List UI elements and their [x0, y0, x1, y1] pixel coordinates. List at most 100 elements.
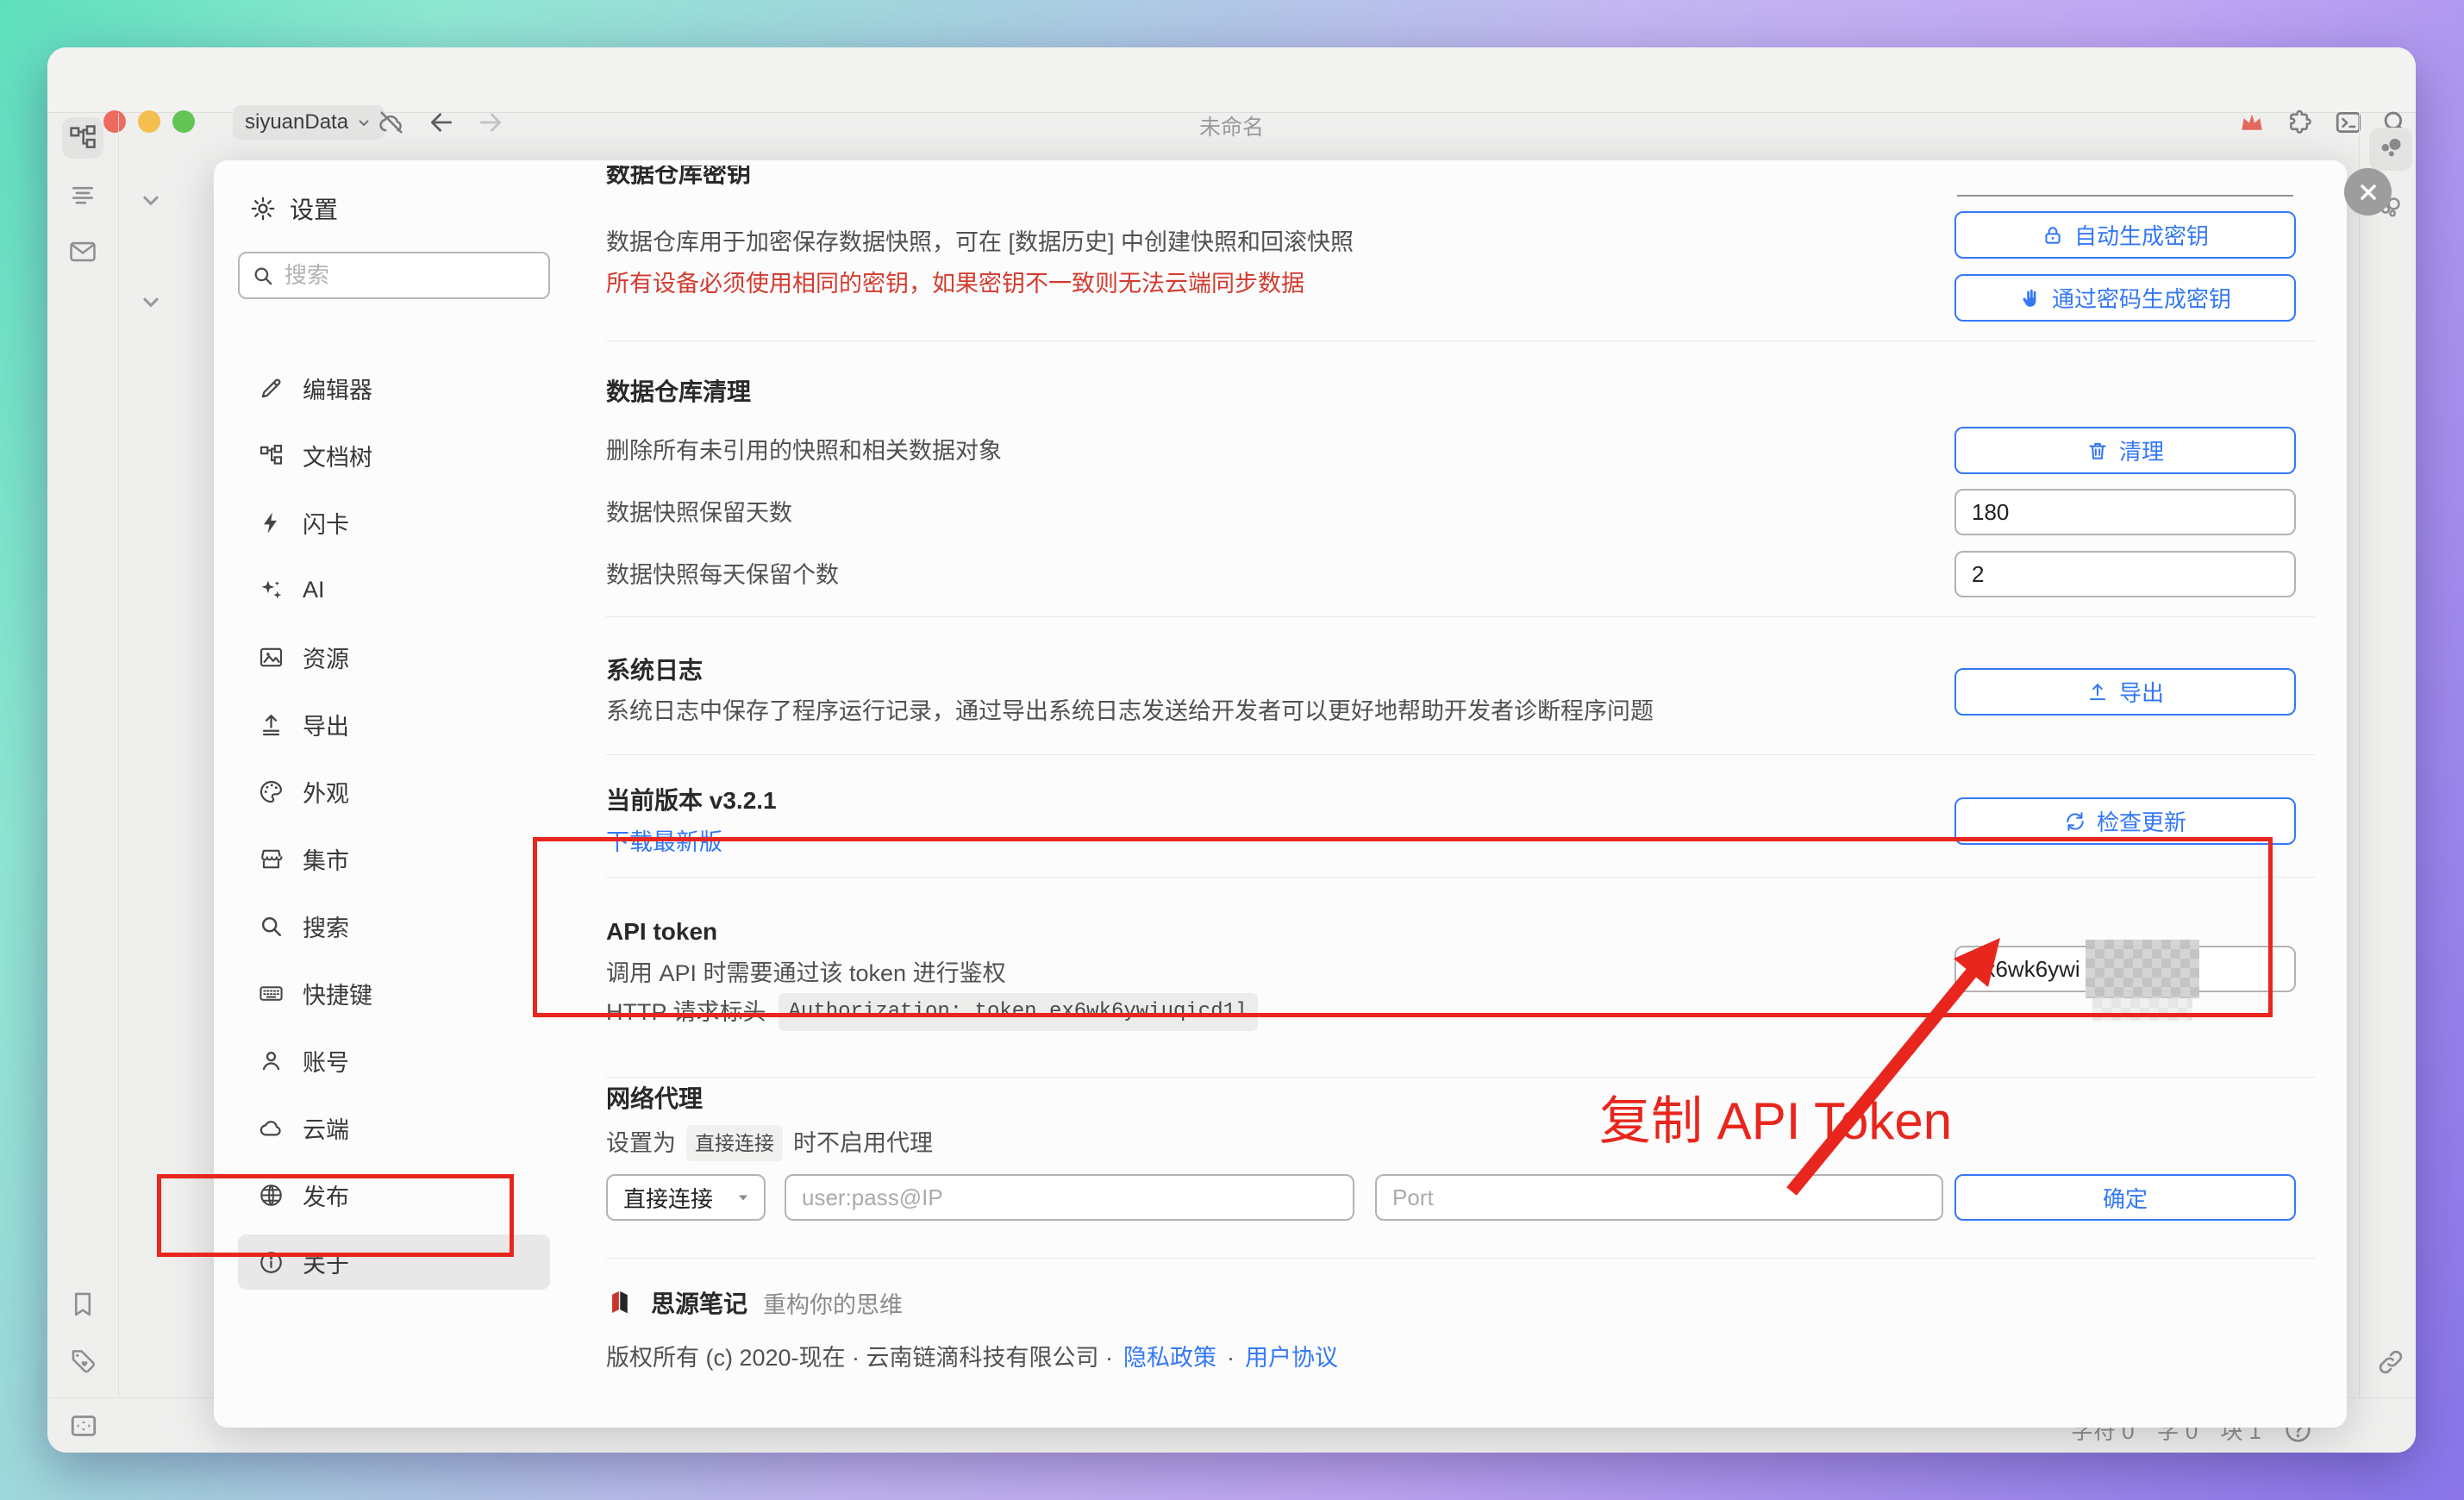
password-generate-key-button[interactable]: 通过密码生成密钥 [1954, 274, 2296, 322]
sidebar-item-keymap[interactable]: 快捷键 [238, 966, 550, 1021]
tag-icon[interactable] [68, 1347, 97, 1376]
lock-icon [2042, 224, 2064, 247]
sidebar-item-export[interactable]: 导出 [238, 697, 550, 752]
auto-generate-key-button[interactable]: 自动生成密钥 [1954, 211, 2296, 259]
eula-link[interactable]: 用户协议 [1245, 1343, 1338, 1372]
sidebar-item-label: 账号 [303, 1044, 349, 1078]
retention-days-label: 数据快照保留天数 [606, 498, 792, 528]
sidebar-item-doc-tree[interactable]: 文档树 [238, 428, 550, 483]
button-label: 确定 [2103, 1182, 2148, 1214]
sidebar-item-label: 快捷键 [303, 977, 372, 1010]
sidebar-item-account[interactable]: 账号 [238, 1033, 550, 1088]
settings-title: 设置 [290, 191, 338, 226]
outline-icon[interactable] [68, 180, 97, 209]
settings-header: 设置 [250, 191, 338, 226]
tree-collapse-chevron-icon[interactable] [136, 185, 166, 215]
upload-icon [2086, 681, 2109, 703]
retention-days-input[interactable] [1954, 489, 2296, 535]
palette-icon [259, 779, 284, 804]
hand-icon [2019, 287, 2042, 309]
sidebar-item-cloud[interactable]: 云端 [238, 1100, 550, 1155]
clipped-key-input[interactable] [1957, 190, 2293, 197]
close-icon [2356, 180, 2380, 204]
copy-api-token-annotation: 复制 API Token [1599, 1079, 1952, 1154]
graph-icon[interactable] [2376, 134, 2405, 164]
search-icon [259, 914, 284, 939]
search-icon [252, 265, 274, 287]
workspace-expand-icon[interactable] [66, 1410, 101, 1441]
caret-down-icon [735, 1189, 752, 1206]
document-title: 未命名 [47, 110, 2416, 141]
settings-search-input[interactable] [283, 261, 536, 290]
proxy-desc-suffix: 时不启用代理 [793, 1128, 933, 1158]
sidebar-item-label: 文档树 [303, 439, 372, 472]
left-dock-divider [118, 113, 119, 1397]
person-icon [259, 1048, 284, 1073]
sidebar-item-appearance[interactable]: 外观 [238, 764, 550, 819]
sidebar-item-search[interactable]: 搜索 [238, 898, 550, 953]
cloud-icon [259, 1116, 284, 1141]
inbox-mail-icon[interactable] [68, 237, 97, 266]
export-log-button[interactable]: 导出 [1954, 668, 2296, 716]
repo-purge-desc: 删除所有未引用的快照和相关数据对象 [606, 436, 1002, 466]
network-proxy-desc: 设置为 直接连接 时不启用代理 [606, 1125, 933, 1161]
right-dock-divider [2359, 113, 2360, 1397]
sidebar-item-label: 搜索 [303, 909, 349, 943]
divider [606, 754, 2315, 755]
network-proxy-heading: 网络代理 [606, 1084, 703, 1114]
daily-keep-input[interactable] [1954, 551, 2296, 597]
proxy-address-input[interactable] [785, 1174, 1354, 1221]
titlebar: siyuanData 未命名 [47, 47, 2416, 113]
desktop-background: siyuanData 未命名 [0, 0, 2464, 1500]
keyboard-icon [259, 981, 284, 1006]
button-label: 通过密码生成密钥 [2052, 282, 2231, 314]
divider [606, 1258, 2315, 1259]
store-icon [259, 847, 284, 872]
file-tree-icon[interactable] [68, 123, 97, 153]
proxy-desc-chip: 直接连接 [686, 1125, 783, 1161]
copyright-text: 版权所有 (c) 2020-现在 · 云南链滴科技有限公司 · [606, 1343, 1113, 1372]
sidebar-item-editor[interactable]: 编辑器 [238, 360, 550, 416]
proxy-scheme-value: 直接连接 [623, 1182, 713, 1214]
about-highlight-box [157, 1174, 514, 1257]
settings-search-box[interactable] [238, 252, 550, 299]
button-label: 自动生成密钥 [2074, 219, 2209, 251]
plugin-icon[interactable] [2286, 108, 2315, 137]
sidebar-item-label: AI [303, 577, 325, 603]
dot-separator: · [1227, 1343, 1235, 1372]
tree-collapse-chevron-icon[interactable] [136, 287, 166, 316]
gear-icon [250, 196, 276, 222]
purge-button[interactable]: 清理 [1954, 427, 2296, 474]
crown-icon[interactable] [2237, 108, 2267, 137]
sidebar-item-label: 资源 [303, 641, 349, 674]
bookmark-icon[interactable] [68, 1290, 97, 1319]
export-icon [259, 712, 284, 737]
siyuan-logo [606, 1288, 635, 1317]
close-dialog-button[interactable] [2344, 168, 2392, 216]
sidebar-item-flashcard[interactable]: 闪卡 [238, 495, 550, 550]
divider [606, 1077, 2315, 1078]
button-label: 清理 [2119, 434, 2164, 466]
refresh-icon [2064, 810, 2086, 833]
button-label: 导出 [2119, 676, 2164, 708]
link-icon[interactable] [2376, 1347, 2405, 1377]
copyright-line: 版权所有 (c) 2020-现在 · 云南链滴科技有限公司 · 隐私政策 · 用… [606, 1343, 1338, 1372]
proxy-desc-prefix: 设置为 [606, 1128, 676, 1158]
settings-dialog: 设置 编辑器 文档树 闪卡 AI [214, 160, 2347, 1428]
divider [606, 616, 2315, 617]
lightning-icon [259, 510, 284, 535]
repo-key-heading-clipped: 数据仓库密钥 [606, 166, 751, 200]
proxy-scheme-select[interactable]: 直接连接 [606, 1174, 766, 1221]
pencil-icon [259, 376, 284, 401]
sidebar-item-label: 外观 [303, 775, 349, 809]
sidebar-item-label: 编辑器 [303, 372, 372, 405]
app-slogan: 重构你的思维 [763, 1286, 903, 1320]
doc-tree-icon [259, 443, 284, 468]
sidebar-item-label: 闪卡 [303, 506, 349, 540]
sidebar-item-ai[interactable]: AI [238, 562, 550, 617]
privacy-policy-link[interactable]: 隐私政策 [1123, 1343, 1216, 1372]
sidebar-item-label: 集市 [303, 842, 349, 876]
sidebar-item-bazaar[interactable]: 集市 [238, 831, 550, 886]
sidebar-item-assets[interactable]: 资源 [238, 629, 550, 684]
repo-purge-heading: 数据仓库清理 [606, 378, 751, 407]
